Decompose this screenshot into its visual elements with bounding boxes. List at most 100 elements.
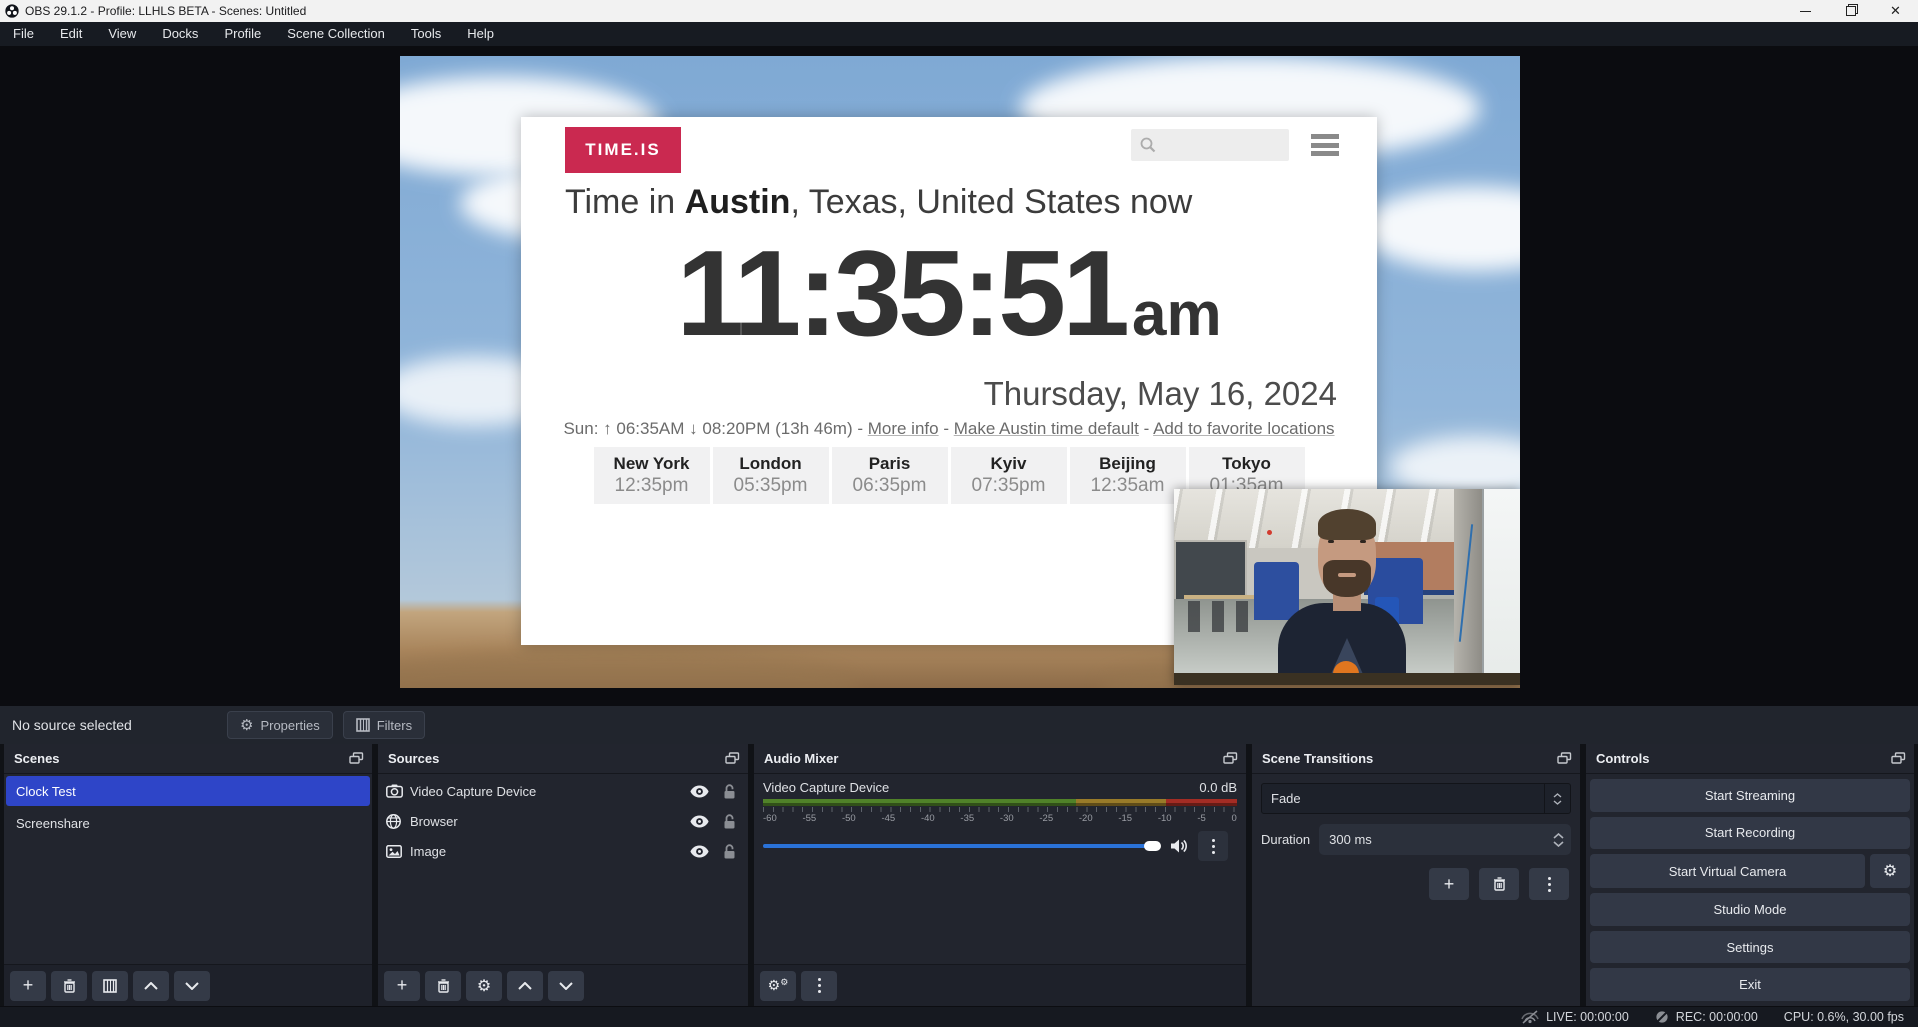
live-time: LIVE: 00:00:00	[1546, 1010, 1629, 1024]
chevron-down-icon	[559, 982, 573, 990]
trash-icon	[1493, 877, 1506, 891]
source-item-video-capture[interactable]: Video Capture Device	[378, 776, 748, 806]
duration-label: Duration	[1261, 832, 1310, 847]
unlock-icon[interactable]	[723, 814, 736, 829]
add-transition-button[interactable]: +	[1429, 868, 1469, 900]
mixer-channel-name: Video Capture Device	[763, 780, 889, 795]
menu-help[interactable]: Help	[454, 22, 507, 46]
more-info-link[interactable]: More info	[868, 419, 939, 438]
advanced-audio-button[interactable]: ⚙⚙	[760, 971, 796, 1001]
hamburger-icon[interactable]	[1311, 134, 1339, 156]
scenes-dock: Scenes Clock Test Screenshare +	[4, 744, 372, 1006]
volume-slider-handle[interactable]	[1144, 841, 1161, 851]
stream-inactive-icon	[1521, 1010, 1539, 1024]
clock-ampm: am	[1132, 280, 1222, 349]
menu-file[interactable]: File	[0, 22, 47, 46]
menu-edit[interactable]: Edit	[47, 22, 95, 46]
start-virtual-camera-button[interactable]: Start Virtual Camera	[1590, 854, 1865, 888]
webcam-source[interactable]	[1174, 489, 1520, 685]
menu-bar: File Edit View Docks Profile Scene Colle…	[0, 22, 1918, 46]
source-item-browser[interactable]: Browser	[378, 806, 748, 836]
record-inactive-icon	[1655, 1010, 1669, 1024]
virtual-camera-settings-button[interactable]: ⚙	[1870, 854, 1910, 888]
menu-view[interactable]: View	[95, 22, 149, 46]
filters-button[interactable]: Filters	[343, 711, 425, 739]
scene-filters-button[interactable]	[92, 971, 128, 1001]
source-item-image[interactable]: Image	[378, 836, 748, 866]
studio-mode-button[interactable]: Studio Mode	[1590, 893, 1910, 926]
cpu-fps-stats: CPU: 0.6%, 30.00 fps	[1784, 1010, 1904, 1024]
scene-move-down-button[interactable]	[174, 971, 210, 1001]
eye-icon[interactable]	[690, 815, 709, 828]
mixer-options-button[interactable]	[1198, 831, 1228, 861]
minimize-button[interactable]	[1783, 0, 1828, 22]
city-beijing[interactable]: Beijing 12:35am	[1070, 447, 1186, 504]
city-paris[interactable]: Paris 06:35pm	[832, 447, 948, 504]
properties-button[interactable]: ⚙ Properties	[227, 711, 333, 739]
eye-icon[interactable]	[690, 845, 709, 858]
popout-icon[interactable]	[1891, 752, 1906, 765]
add-scene-button[interactable]: +	[10, 971, 46, 1001]
unlock-icon[interactable]	[723, 844, 736, 859]
remove-source-button[interactable]	[425, 971, 461, 1001]
obs-logo-icon	[5, 4, 19, 18]
scene-item-screenshare[interactable]: Screenshare	[6, 808, 370, 838]
popout-icon[interactable]	[1557, 752, 1572, 765]
source-move-down-button[interactable]	[548, 971, 584, 1001]
source-move-up-button[interactable]	[507, 971, 543, 1001]
start-recording-button[interactable]: Start Recording	[1590, 817, 1910, 850]
volume-meter	[763, 799, 1237, 806]
meter-ruler	[763, 807, 1237, 812]
make-default-link[interactable]: Make Austin time default	[954, 419, 1139, 438]
city-newyork[interactable]: New York 12:35pm	[594, 447, 710, 504]
add-source-button[interactable]: +	[384, 971, 420, 1001]
camera-icon	[386, 784, 403, 798]
scene-transitions-dock: Scene Transitions Fade Duration 300 ms	[1252, 744, 1580, 1006]
source-properties-button[interactable]: ⚙	[466, 971, 502, 1001]
restore-button[interactable]	[1828, 0, 1873, 22]
mixer-menu-button[interactable]	[801, 971, 837, 1001]
transition-properties-button[interactable]	[1529, 868, 1569, 900]
settings-button[interactable]: Settings	[1590, 931, 1910, 964]
filter-icon	[356, 718, 370, 732]
favorite-link[interactable]: Add to favorite locations	[1153, 419, 1334, 438]
menu-tools[interactable]: Tools	[398, 22, 454, 46]
chevron-down-icon[interactable]	[1553, 841, 1564, 847]
clock-display: 11:35:51am	[521, 223, 1377, 363]
chevron-up-icon	[1553, 793, 1562, 798]
unlock-icon[interactable]	[723, 784, 736, 799]
chevron-up-icon	[518, 982, 532, 990]
chevron-up-icon[interactable]	[1553, 833, 1564, 839]
trash-icon	[63, 979, 76, 993]
kebab-icon	[1548, 877, 1551, 892]
search-input[interactable]	[1131, 129, 1289, 161]
popout-icon[interactable]	[725, 752, 740, 765]
remove-transition-button[interactable]	[1479, 868, 1519, 900]
date-text: Thursday, May 16, 2024	[984, 375, 1337, 413]
scene-item-clock-test[interactable]: Clock Test	[6, 776, 370, 806]
dune	[400, 648, 860, 688]
mixer-level-db: 0.0 dB	[1199, 780, 1237, 795]
program-canvas[interactable]: TIME.IS Time in Austin, Texas, United St…	[400, 56, 1520, 688]
city-london[interactable]: London 05:35pm	[713, 447, 829, 504]
close-button[interactable]: ✕	[1873, 0, 1918, 22]
popout-icon[interactable]	[349, 752, 364, 765]
status-bar: LIVE: 00:00:00 REC: 00:00:00 CPU: 0.6%, …	[0, 1006, 1918, 1027]
menu-docks[interactable]: Docks	[149, 22, 211, 46]
remove-scene-button[interactable]	[51, 971, 87, 1001]
city-kyiv[interactable]: Kyiv 07:35pm	[951, 447, 1067, 504]
timeis-logo: TIME.IS	[565, 127, 681, 173]
filter-icon	[103, 979, 117, 993]
menu-profile[interactable]: Profile	[211, 22, 274, 46]
volume-slider[interactable]	[763, 838, 1161, 854]
menu-scene-collection[interactable]: Scene Collection	[274, 22, 398, 46]
speaker-icon[interactable]	[1170, 838, 1189, 854]
exit-button[interactable]: Exit	[1590, 968, 1910, 1001]
eye-icon[interactable]	[690, 785, 709, 798]
start-streaming-button[interactable]: Start Streaming	[1590, 779, 1910, 812]
popout-icon[interactable]	[1223, 752, 1238, 765]
duration-input[interactable]: 300 ms	[1319, 824, 1571, 855]
scene-move-up-button[interactable]	[133, 971, 169, 1001]
globe-icon	[386, 814, 401, 829]
transition-select[interactable]: Fade	[1261, 783, 1571, 814]
